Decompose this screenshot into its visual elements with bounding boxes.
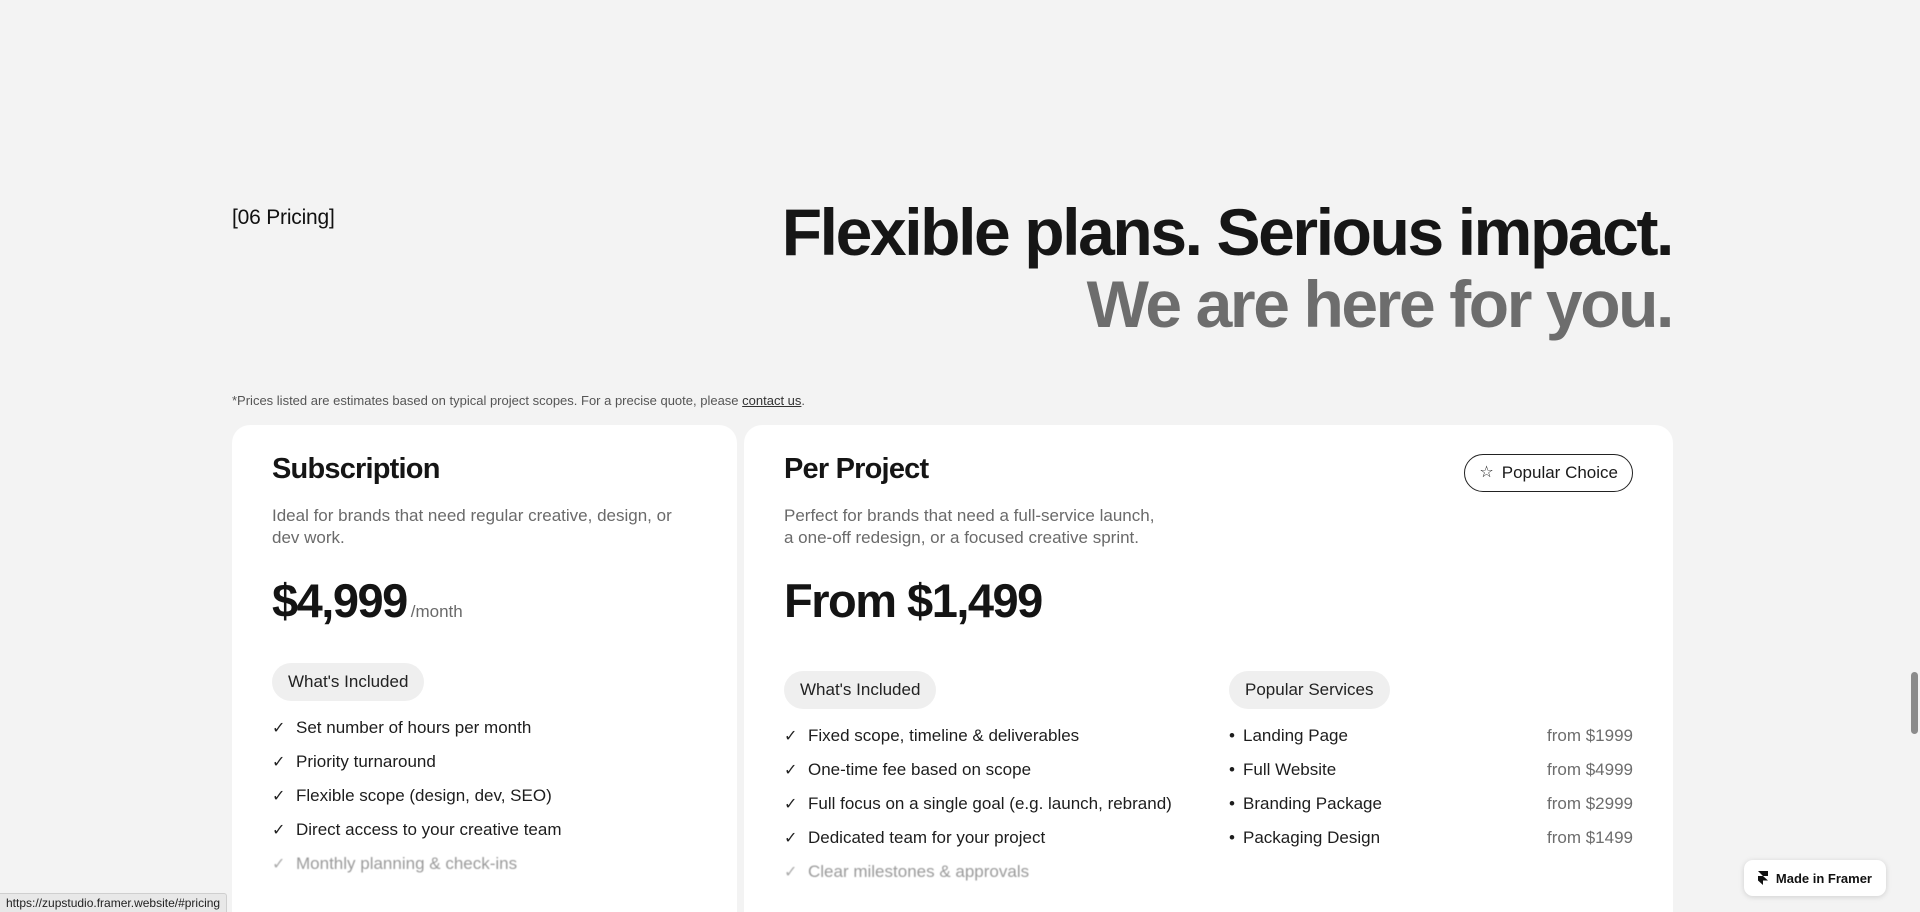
feature-label: Clear milestones & approvals (808, 862, 1030, 881)
service-name: Full Website (1243, 760, 1337, 779)
checkmark-icon: ✓ (784, 864, 798, 881)
feature-label: Fixed scope, timeline & deliverables (808, 726, 1080, 745)
subscription-price-value: $4,999 (272, 574, 408, 627)
scrollbar-thumb[interactable] (1911, 672, 1918, 734)
checkmark-icon: ✓ (272, 754, 286, 771)
bullet-icon: • (1229, 828, 1235, 847)
feature-item: ✓ Monthly planning & check-ins (272, 847, 561, 881)
per-project-description: Perfect for brands that need a full-serv… (784, 506, 1155, 547)
subscription-price-period: /month (410, 602, 463, 621)
feature-label: Monthly planning & check-ins (296, 854, 518, 873)
checkmark-icon: ✓ (784, 796, 798, 813)
bullet-icon: • (1229, 760, 1235, 779)
service-price: from $4999 (1547, 760, 1633, 779)
checkmark-icon: ✓ (272, 822, 286, 839)
headline-line-2: We are here for you. (1086, 267, 1675, 341)
service-item: • Packaging Design from $1499 (1229, 821, 1633, 855)
pricing-headline: Flexible plans. Serious impact. We are h… (781, 195, 1675, 341)
feature-label: Full focus on a single goal (e.g. launch… (808, 794, 1172, 813)
framer-badge-label: Made in Framer (1775, 870, 1872, 886)
service-item: • Full Website from $4999 (1229, 753, 1633, 787)
disclaimer-end: . (801, 393, 806, 408)
feature-item: ✓ Flexible scope (design, dev, SEO) (272, 779, 561, 813)
feature-item: ✓ Clear milestones & approvals (784, 855, 1172, 889)
checkmark-icon: ✓ (784, 762, 798, 779)
popular-choice-badge: ☆ Popular Choice (1464, 454, 1633, 492)
service-item: • Branding Package from $2999 (1229, 787, 1633, 821)
popular-choice-label: Popular Choice (1501, 463, 1618, 482)
bullet-icon: • (1229, 726, 1235, 745)
feature-item: ✓ Set number of hours per month (272, 711, 561, 745)
status-bar-url: https://zupstudio.framer.website/#pricin… (0, 893, 228, 912)
bullet-icon: • (1229, 794, 1235, 813)
per-project-feature-list: ✓ Fixed scope, timeline & deliverables ✓ O… (784, 719, 1172, 889)
feature-label: One-time fee based on scope (808, 760, 1032, 779)
feature-item: ✓ One-time fee based on scope (784, 753, 1172, 787)
made-in-framer-badge[interactable]: Made in Framer (1743, 860, 1886, 896)
service-name: Landing Page (1243, 726, 1348, 745)
whats-included-pill: What's Included (272, 663, 425, 701)
star-icon: ☆ (1479, 464, 1494, 481)
feature-label: Flexible scope (design, dev, SEO) (296, 786, 552, 805)
service-price: from $1999 (1547, 726, 1633, 745)
popular-services-list: • Landing Page from $1999 • Full Website fro… (1229, 719, 1633, 855)
subscription-description: Ideal for brands that need regular creat… (272, 506, 672, 547)
feature-label: Priority turnaround (296, 752, 436, 771)
service-item: • Landing Page from $1999 (1229, 719, 1633, 753)
disclaimer-text: *Prices listed are estimates based on ty… (232, 393, 743, 408)
feature-label: Dedicated team for your project (808, 828, 1046, 847)
service-name: Packaging Design (1243, 828, 1381, 847)
framer-logo-icon (1757, 871, 1768, 885)
per-project-title: Per Project (784, 453, 929, 485)
whats-included-pill: What's Included (784, 671, 937, 709)
service-name: Branding Package (1243, 794, 1382, 813)
pricing-page: [06 Pricing] Flexible plans. Serious imp… (0, 0, 1920, 912)
subscription-card: Subscription Ideal for brands that need … (232, 425, 737, 912)
headline-line-1: Flexible plans. Serious impact. (781, 195, 1675, 269)
subscription-title: Subscription (272, 453, 440, 485)
checkmark-icon: ✓ (272, 720, 286, 737)
subscription-price: $4,999/month (272, 573, 463, 628)
feature-item: ✓ Dedicated team for your project (784, 821, 1172, 855)
subscription-feature-list: ✓ Set number of hours per month ✓ Priority… (272, 711, 561, 881)
page-scrollbar[interactable] (1908, 0, 1920, 912)
checkmark-icon: ✓ (272, 788, 286, 805)
pricing-disclaimer: *Prices listed are estimates based on ty… (232, 393, 805, 408)
feature-label: Set number of hours per month (296, 718, 532, 737)
section-label: [06 Pricing] (232, 206, 335, 229)
service-price: from $2999 (1547, 794, 1633, 813)
feature-item: ✓ Direct access to your creative team (272, 813, 561, 847)
checkmark-icon: ✓ (784, 728, 798, 745)
feature-item: ✓ Priority turnaround (272, 745, 561, 779)
per-project-card: Per Project ☆ Popular Choice Perfect for… (744, 425, 1673, 912)
feature-item: ✓ Fixed scope, timeline & deliverables (784, 719, 1172, 753)
contact-us-link[interactable]: contact us (742, 393, 801, 408)
feature-label: Direct access to your creative team (296, 820, 562, 839)
checkmark-icon: ✓ (784, 830, 798, 847)
service-price: from $1499 (1547, 828, 1633, 847)
checkmark-icon: ✓ (272, 856, 286, 873)
popular-services-pill: Popular Services (1229, 671, 1390, 709)
per-project-price: From $1,499 (784, 574, 1043, 627)
feature-item: ✓ Full focus on a single goal (e.g. launc… (784, 787, 1172, 821)
